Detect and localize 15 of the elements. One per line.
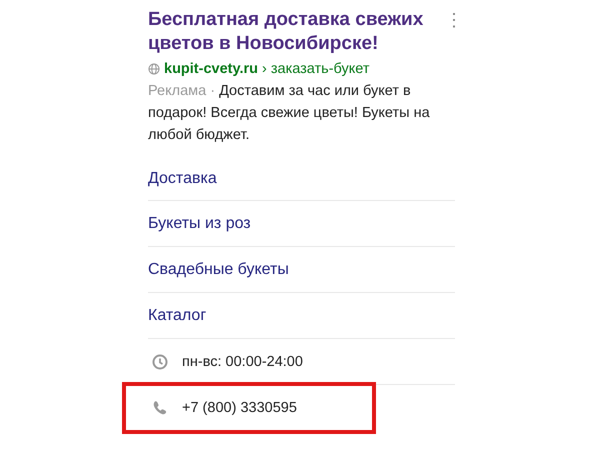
ad-description: Реклама · Доставим за час или букет в подарок! Всегда свежие цветы! Букеты на любой бюджет. bbox=[148, 82, 431, 145]
globe-icon bbox=[148, 63, 160, 75]
opening-hours: пн-вс: 00:00-24:00 bbox=[182, 354, 303, 370]
ad-title[interactable]: Бесплатная доставка свежих цветов в Новосибирске! bbox=[148, 8, 441, 56]
breadcrumb-separator: › bbox=[262, 60, 267, 79]
sitelink[interactable]: Букеты из роз bbox=[148, 201, 455, 247]
sitelink[interactable]: Каталог bbox=[148, 293, 455, 339]
sitelink[interactable]: Доставка bbox=[148, 158, 455, 201]
more-icon[interactable]: ⋮ bbox=[445, 8, 455, 32]
ad-path-link[interactable]: заказать-букет bbox=[270, 58, 370, 80]
sitelink[interactable]: Свадебные букеты bbox=[148, 247, 455, 293]
phone-number[interactable]: +7 (800) 3330595 bbox=[182, 400, 297, 416]
ad-domain-link[interactable]: kupit-cvety.ru bbox=[164, 58, 258, 80]
phone-icon bbox=[152, 400, 168, 416]
clock-icon bbox=[152, 354, 168, 370]
